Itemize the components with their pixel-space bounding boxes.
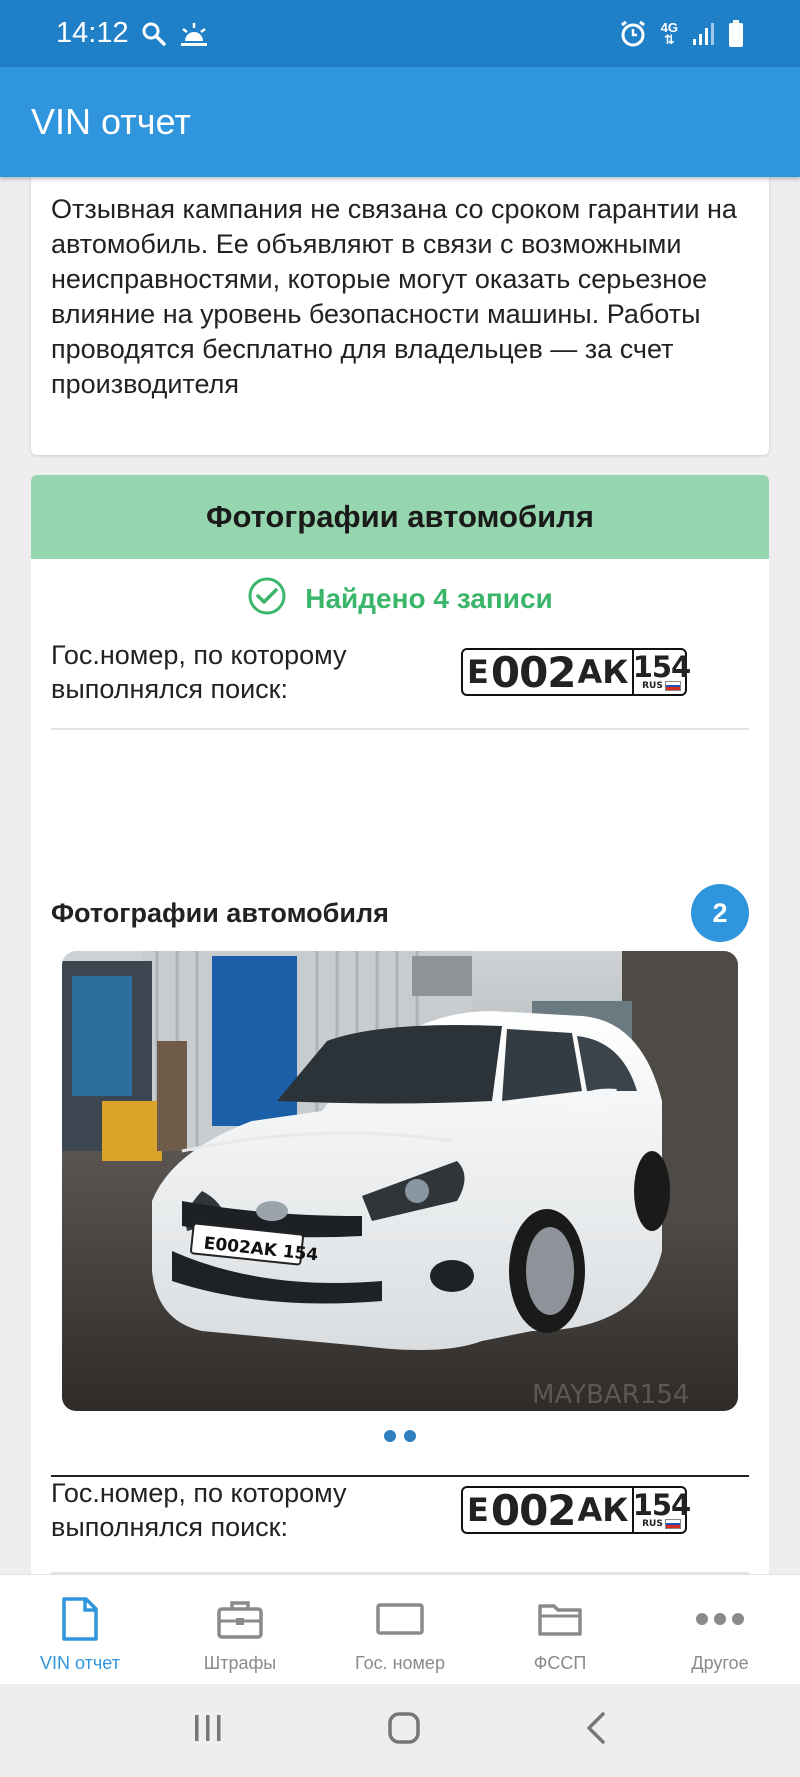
photos-title-row: Фотографии автомобиля 2	[51, 883, 749, 943]
car-photos-card: Фотографии автомобиля Найдено 4 записи Г…	[31, 475, 769, 1574]
report-content[interactable]: Отзывная кампания не связана со сроком г…	[0, 177, 800, 1574]
plate-label: Гос.номер, по которому выполнялся поиск:	[51, 1478, 347, 1542]
plate-letters: АК	[577, 1491, 629, 1529]
folder-icon	[537, 1593, 583, 1645]
check-circle-icon	[247, 576, 287, 623]
carousel-dot[interactable]	[404, 1430, 416, 1442]
photo-watermark: MAYBAR154	[532, 1380, 689, 1410]
search-plate-row: Гос.номер, по которому выполнялся поиск:…	[51, 627, 749, 717]
app-bar: VIN отчет	[0, 67, 800, 177]
nav-label: Штрафы	[203, 1653, 277, 1673]
plate-country: RUS	[642, 1519, 663, 1529]
plate-region: 154	[632, 650, 692, 684]
nav-item-plate-number[interactable]: Гос. номер	[320, 1575, 480, 1684]
alarm-icon	[619, 20, 647, 48]
system-navigation	[0, 1684, 800, 1777]
russia-flag-icon	[664, 681, 681, 691]
weather-icon	[179, 21, 209, 47]
nav-item-vin-report[interactable]: VIN отчет	[0, 1575, 160, 1684]
search-plate-row: Гос.номер, по которому выполнялся поиск:…	[51, 1465, 749, 1555]
home-icon[interactable]	[387, 1711, 421, 1750]
plate-number: 002	[490, 647, 577, 697]
page-title: VIN отчет	[31, 101, 191, 142]
plate-label: Гос.номер, по которому выполнялся поиск:	[51, 640, 347, 704]
battery-icon	[728, 19, 744, 48]
plate-letter: Е	[467, 653, 489, 691]
section-header: Фотографии автомобиля	[31, 475, 769, 559]
car-photo[interactable]: E002AK 154 MAYBAR154	[62, 951, 738, 1411]
nav-item-other[interactable]: Другое	[640, 1575, 800, 1684]
more-icon	[695, 1593, 745, 1645]
found-status: Найдено 4 записи	[31, 577, 769, 619]
nav-item-fssp[interactable]: ФССП	[480, 1575, 640, 1684]
status-bar: 14:12 4G ⇅	[0, 0, 800, 67]
carousel-indicator[interactable]	[31, 1430, 769, 1444]
plate-region: 154	[632, 1488, 692, 1522]
back-icon[interactable]	[584, 1711, 608, 1750]
section-title: Фотографии автомобиля	[206, 499, 594, 534]
plate-number: 002	[490, 1485, 577, 1535]
document-icon	[60, 1593, 100, 1645]
nav-label: ФССП	[533, 1653, 587, 1673]
network-type: 4G ⇅	[660, 19, 678, 47]
plate-country: RUS	[642, 681, 663, 691]
recall-info-card: Отзывная кампания не связана со сроком г…	[31, 177, 769, 455]
recent-apps-icon[interactable]	[192, 1713, 224, 1748]
signal-icon	[692, 22, 714, 46]
plate-letters: АК	[577, 653, 629, 691]
nav-label: VIN отчет	[40, 1653, 120, 1673]
divider	[51, 728, 749, 730]
carousel-dot[interactable]	[384, 1430, 396, 1442]
search-icon	[141, 21, 167, 47]
license-plate: Е 002 АК 154 RUS	[461, 647, 691, 697]
license-plate: Е 002 АК 154 RUS	[461, 1485, 691, 1535]
photos-title: Фотографии автомобиля	[51, 897, 389, 928]
recall-info-text: Отзывная кампания не связана со сроком г…	[51, 194, 737, 399]
plate-icon	[376, 1593, 424, 1645]
bottom-navigation: VIN отчет Штрафы Гос. номер ФССП Другое	[0, 1574, 800, 1684]
status-time: 14:12	[56, 17, 129, 49]
nav-label: Другое	[691, 1653, 749, 1673]
nav-label: Гос. номер	[355, 1653, 445, 1673]
plate-letter: Е	[467, 1491, 489, 1529]
russia-flag-icon	[664, 1519, 681, 1529]
nav-item-fines[interactable]: Штрафы	[160, 1575, 320, 1684]
briefcase-icon	[217, 1593, 263, 1645]
photos-count-badge: 2	[691, 884, 749, 942]
found-count-text: Найдено 4 записи	[305, 583, 553, 614]
